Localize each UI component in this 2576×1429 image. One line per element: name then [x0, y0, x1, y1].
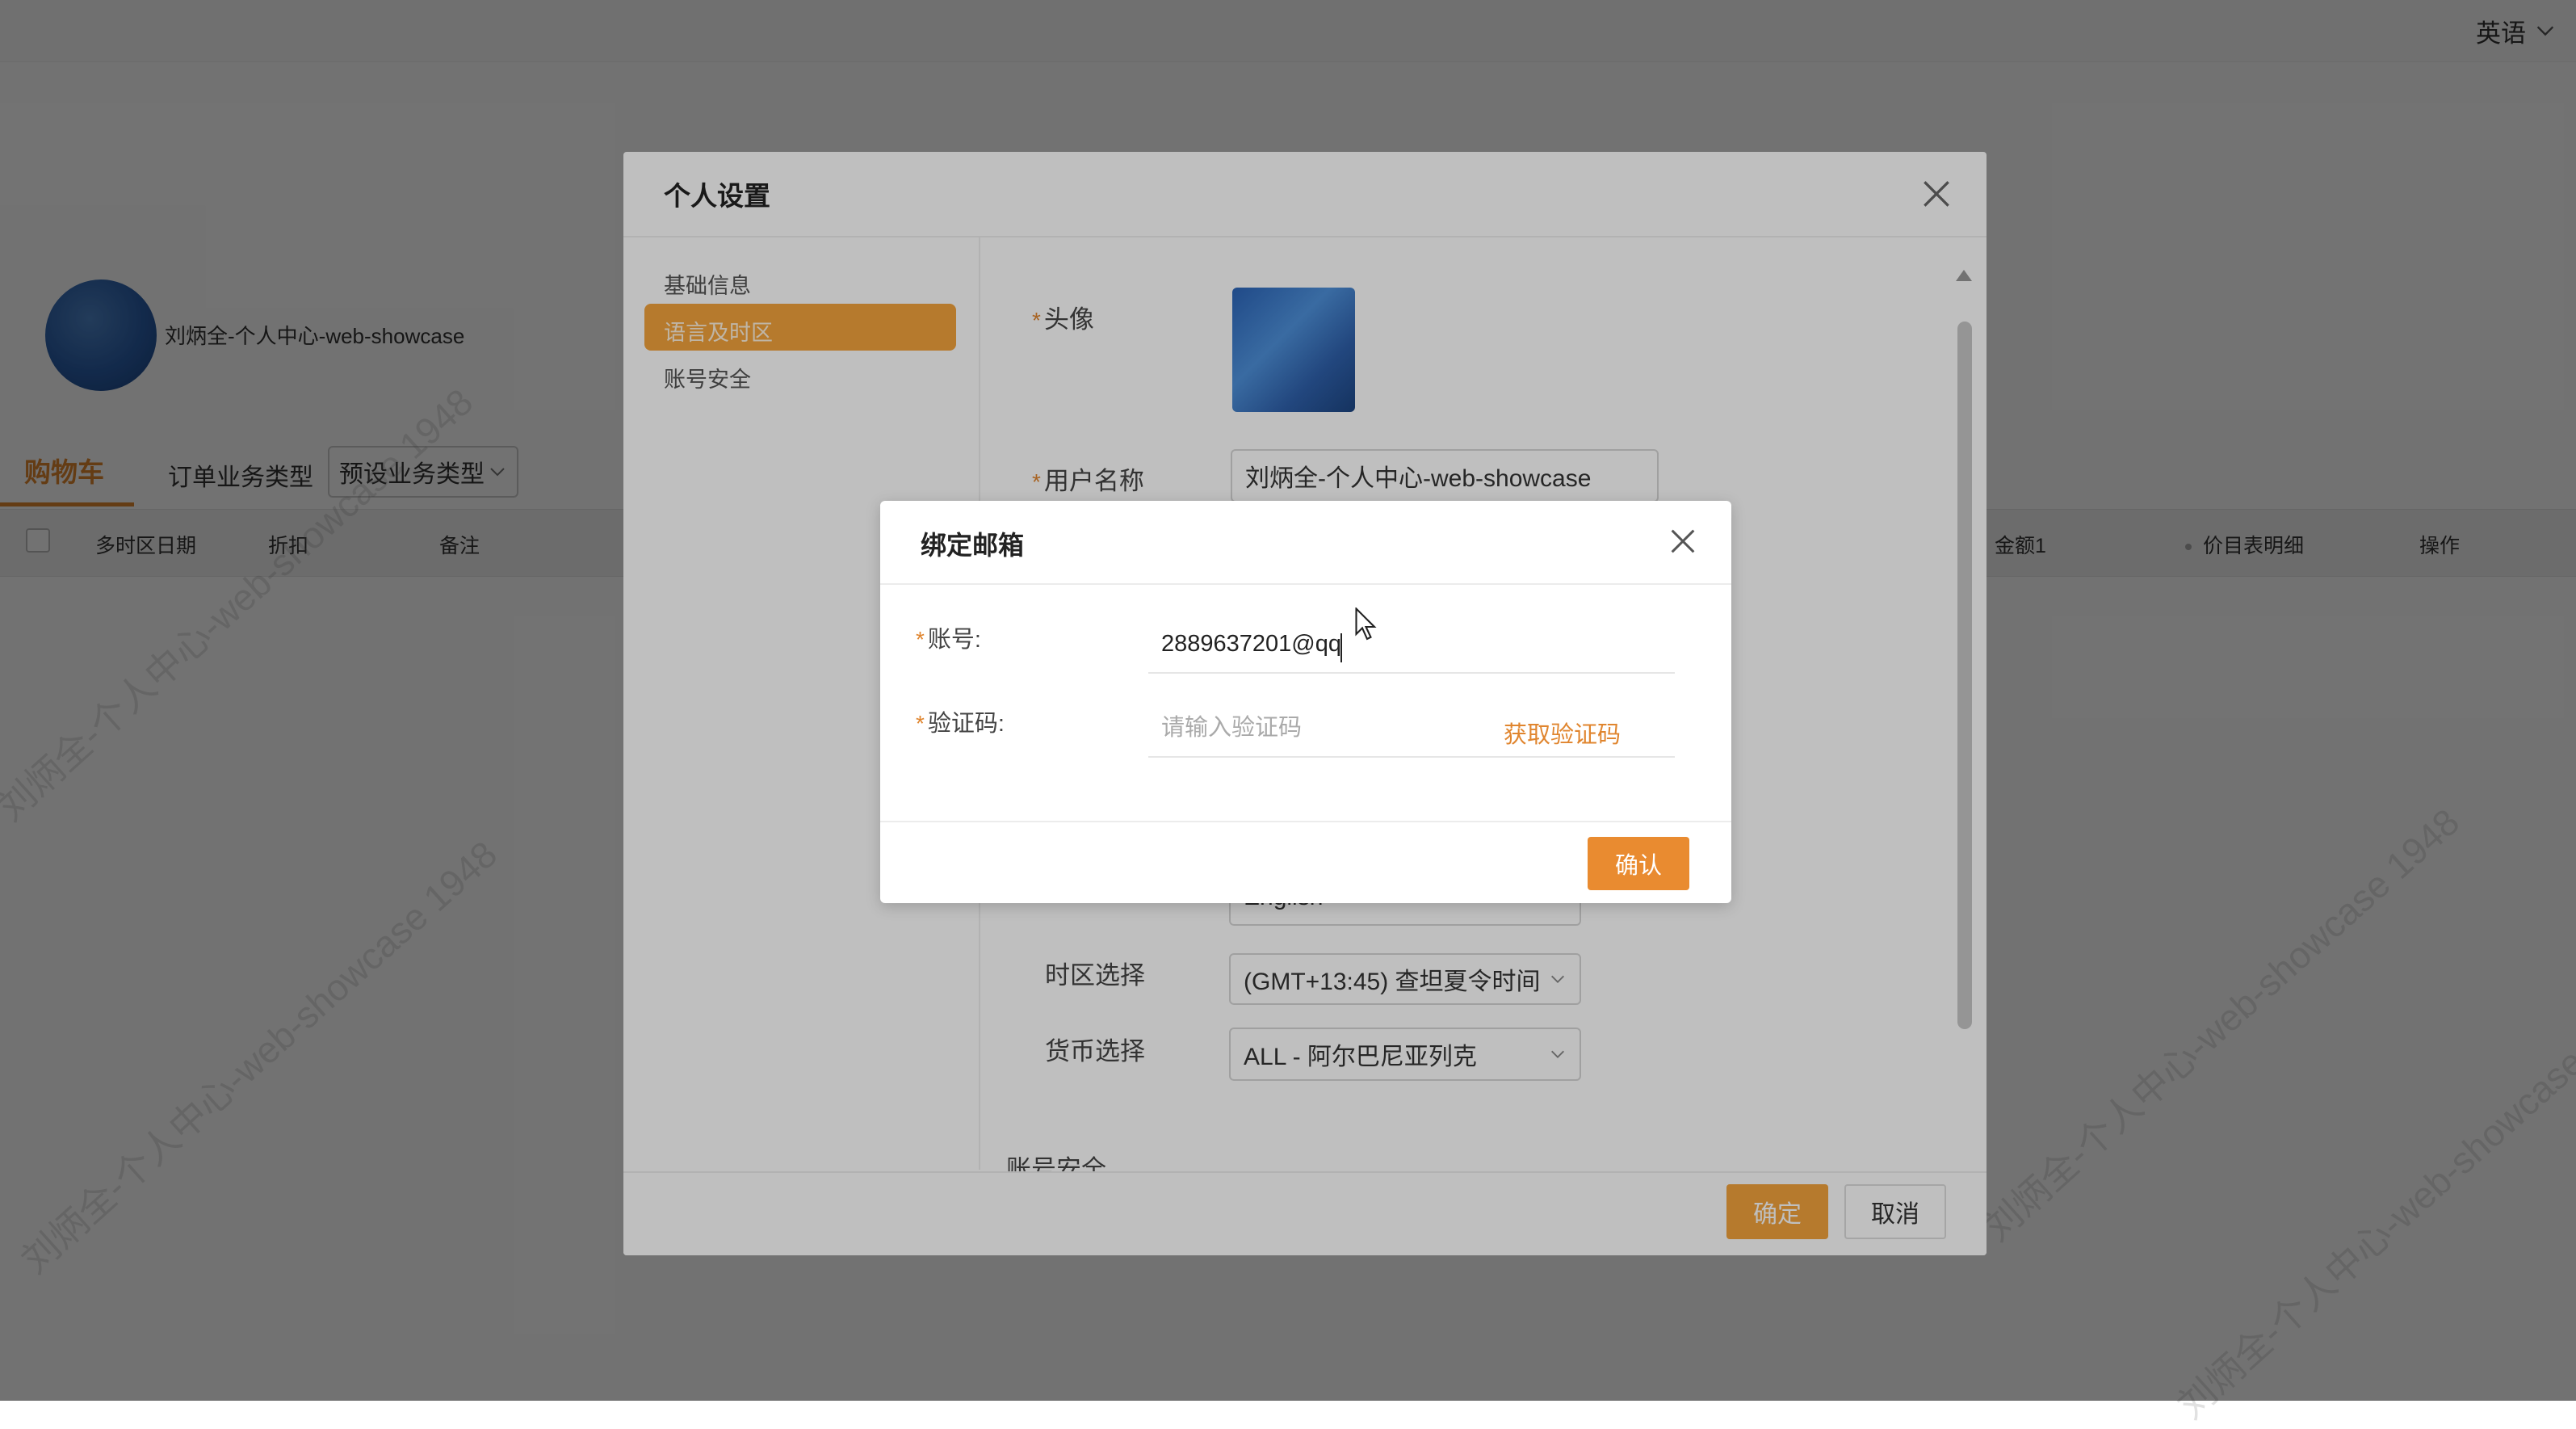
required-mark: * — [916, 627, 925, 652]
code-label: * 验证码: — [916, 704, 1005, 738]
bind-email-dialog: 绑定邮箱 *账号: *验证码: 获取验证码 确认 — [880, 501, 1731, 903]
account-label: * 账号: — [916, 620, 981, 654]
account-label-text: 账号: — [927, 627, 981, 653]
dialog-title: 绑定邮箱 — [921, 531, 1025, 560]
confirm-button[interactable]: 确认 — [1588, 837, 1689, 890]
get-code-link[interactable]: 获取验证码 — [1504, 716, 1621, 750]
account-input[interactable] — [1148, 616, 1675, 674]
required-mark: * — [916, 711, 925, 736]
text-caret — [1340, 633, 1342, 662]
code-label-text: 验证码: — [927, 711, 1005, 737]
mouse-cursor-icon — [1355, 607, 1377, 641]
close-icon[interactable] — [1667, 525, 1699, 557]
